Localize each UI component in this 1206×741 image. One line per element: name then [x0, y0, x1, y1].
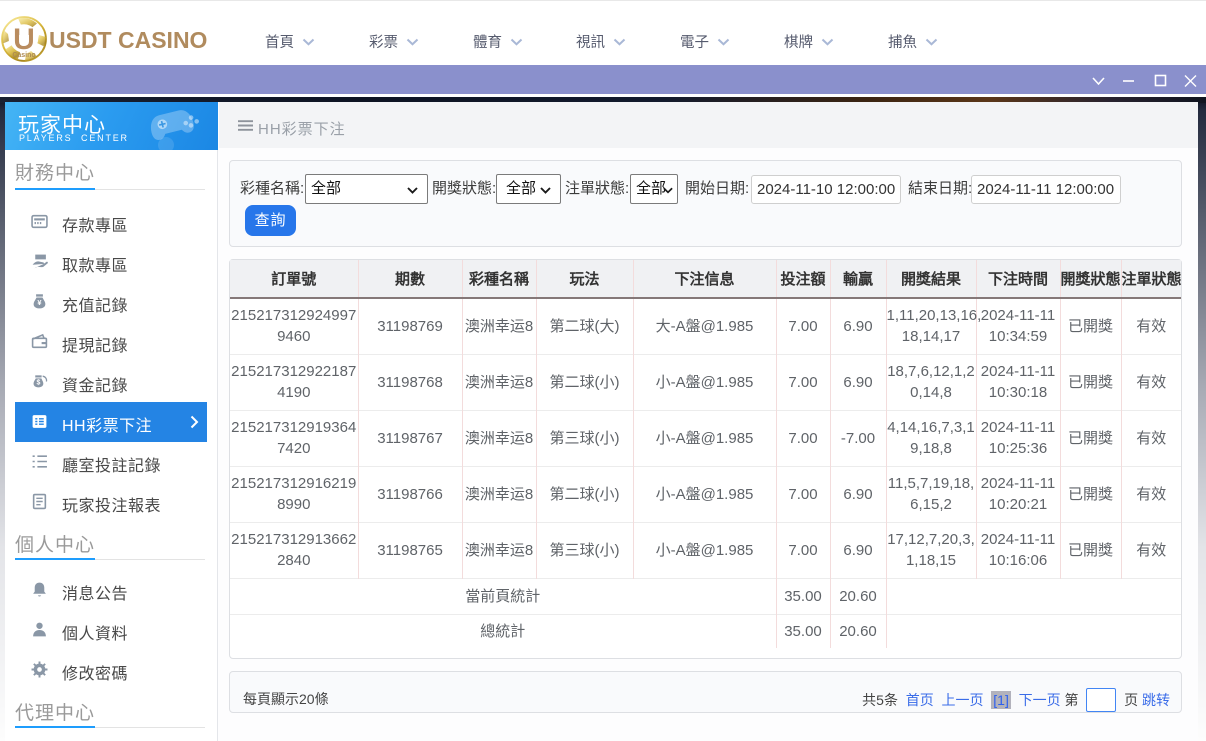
svg-text:$: $ — [37, 379, 41, 386]
svg-text:Casino: Casino — [12, 52, 35, 59]
svg-text:U: U — [19, 33, 30, 50]
